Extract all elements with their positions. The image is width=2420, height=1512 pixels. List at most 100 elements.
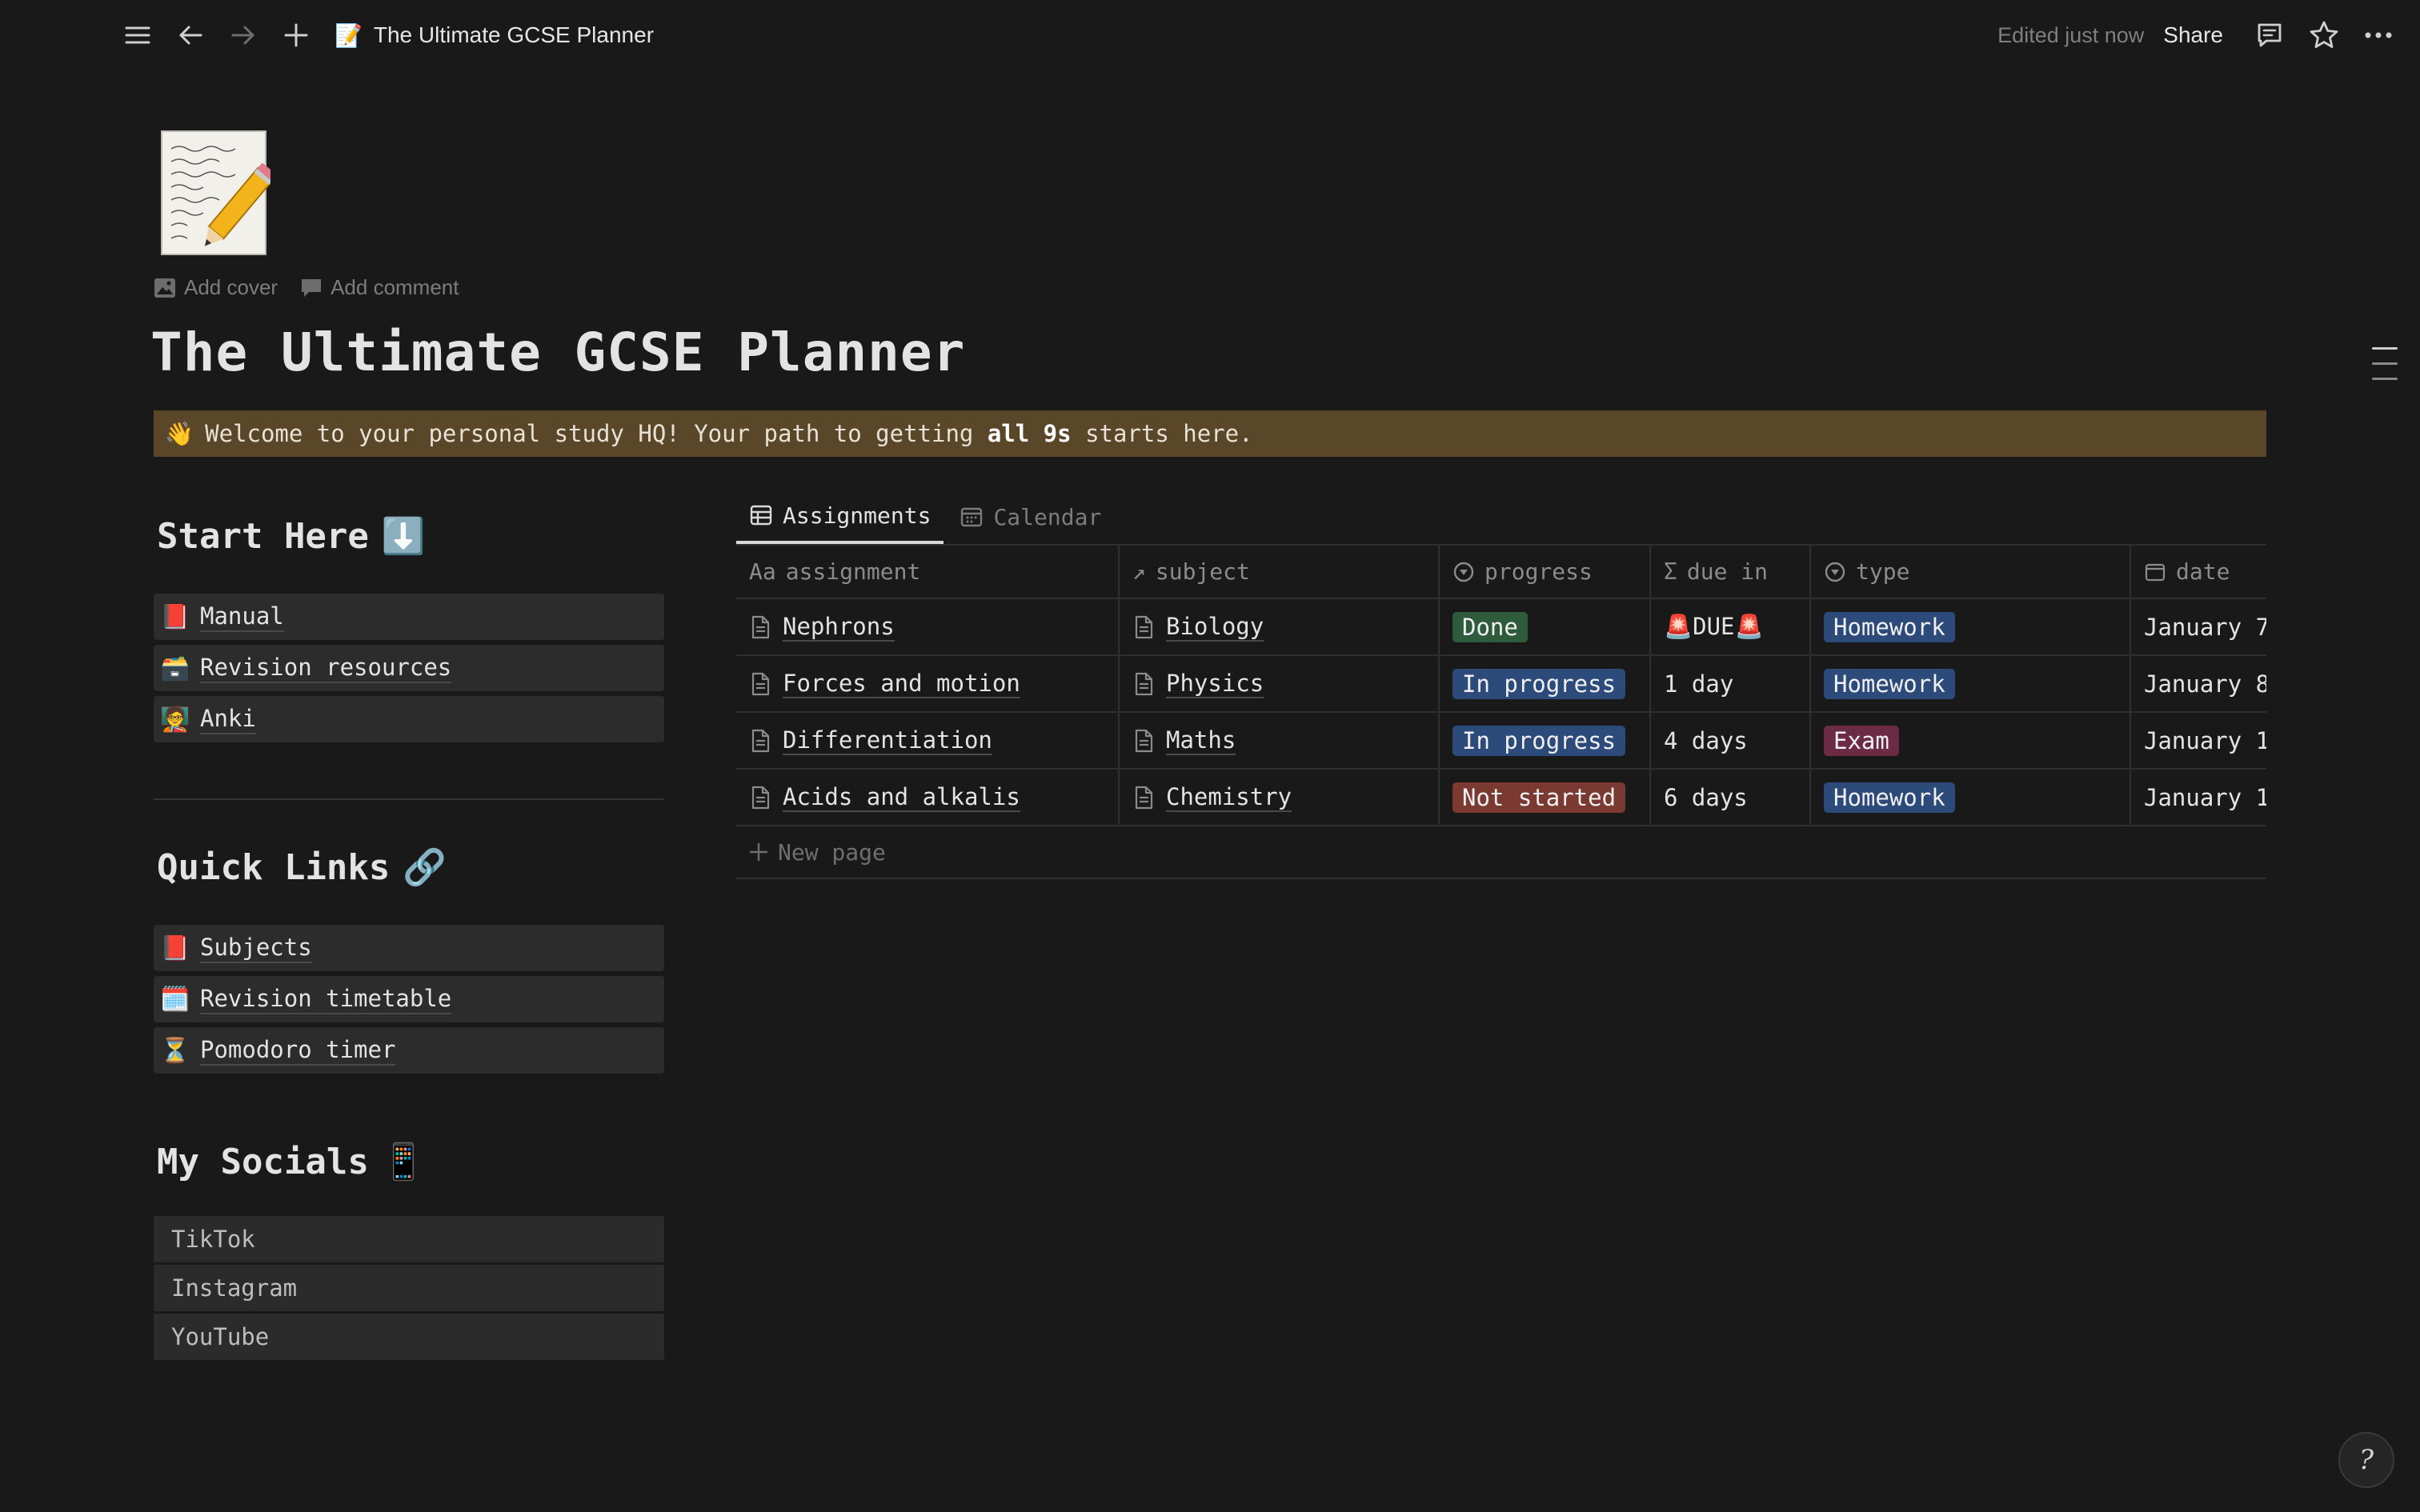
mobile-phone-icon: 📱	[381, 1142, 426, 1182]
column-header-due-in[interactable]: Σdue in	[1650, 546, 1811, 599]
due-in-cell: 1 day	[1650, 655, 1811, 713]
table-header-row: Aa assignment ↗ subject progress Σdue in t…	[736, 546, 2266, 599]
subject-link[interactable]: Physics	[1166, 670, 1264, 698]
tab-label: Assignments	[783, 502, 932, 529]
type-cell[interactable]: Exam	[1810, 712, 2131, 770]
socials-heading: My Socials 📱	[154, 1138, 664, 1186]
divider	[154, 798, 664, 800]
progress-tag: Not started	[1452, 782, 1626, 813]
type-cell[interactable]: Homework	[1810, 769, 2131, 826]
type-cell[interactable]: Homework	[1810, 598, 2131, 656]
column-header-assignment[interactable]: Aa assignment	[736, 546, 1120, 599]
link-pomodoro-timer[interactable]: ⏳ Pomodoro timer	[154, 1027, 664, 1074]
page-outline-icon[interactable]	[2372, 347, 2398, 393]
progress-cell[interactable]: Not started	[1439, 769, 1651, 826]
link-label: Anki	[200, 705, 256, 734]
column-label: assignment	[785, 558, 921, 585]
assignments-database: Assignments Calendar Aa assignment ↗ subje…	[736, 491, 2266, 879]
page-memo-icon[interactable]	[160, 130, 278, 258]
link-label: Pomodoro timer	[200, 1036, 396, 1066]
table-row[interactable]: Forces and motion Physics In progress 1 day…	[736, 655, 2266, 713]
subject-link[interactable]: Chemistry	[1166, 783, 1292, 812]
date-value: January 13	[2144, 783, 2266, 811]
table-row[interactable]: Acids and alkalis Chemistry Not started 6 d…	[736, 769, 2266, 826]
progress-cell[interactable]: In progress	[1439, 712, 1651, 770]
table-icon	[750, 505, 772, 526]
social-instagram[interactable]: Instagram	[154, 1265, 664, 1311]
breadcrumb[interactable]: 📝 The Ultimate GCSE Planner	[335, 22, 654, 49]
page-emoji-icon: 📝	[335, 22, 363, 48]
column-label: progress	[1484, 558, 1593, 585]
subject-cell[interactable]: Biology	[1119, 598, 1440, 656]
table-row[interactable]: Nephrons Biology Done 🚨DUE🚨 Homework January …	[736, 598, 2266, 656]
type-tag: Homework	[1824, 668, 1955, 699]
link-manual[interactable]: 📕 Manual	[154, 594, 664, 640]
comment-bubble-icon	[302, 278, 322, 297]
assignment-cell[interactable]: Acids and alkalis	[736, 769, 1120, 826]
social-youtube[interactable]: YouTube	[154, 1314, 664, 1360]
type-tag: Homework	[1824, 611, 1955, 642]
share-button[interactable]: Share	[2163, 22, 2223, 48]
page-title[interactable]: The Ultimate GCSE Planner	[150, 322, 965, 383]
quick-links-heading: Quick Links 🔗	[154, 843, 664, 891]
teacher-icon: 🧑‍🏫	[160, 705, 190, 734]
link-anki[interactable]: 🧑‍🏫 Anki	[154, 696, 664, 742]
assignment-cell[interactable]: Forces and motion	[736, 655, 1120, 713]
assignment-cell[interactable]: Nephrons	[736, 598, 1120, 656]
column-header-date[interactable]: date	[2130, 546, 2266, 599]
page-icon	[751, 672, 770, 695]
plus-icon[interactable]	[278, 18, 314, 53]
red-book-icon: 📕	[160, 602, 190, 631]
column-header-subject[interactable]: ↗ subject	[1119, 546, 1440, 599]
back-arrow-icon[interactable]	[173, 18, 208, 53]
assignment-cell[interactable]: Differentiation	[736, 712, 1120, 770]
page-icon	[1135, 672, 1153, 695]
start-here-links: 📕 Manual 🗃️ Revision resources 🧑‍🏫 Anki	[154, 594, 664, 742]
progress-tag: In progress	[1452, 725, 1626, 756]
date-value: January 7	[2144, 613, 2266, 641]
formula-sigma-icon: Σ	[1664, 558, 1677, 585]
tab-calendar[interactable]: Calendar	[947, 491, 1114, 544]
link-revision-resources[interactable]: 🗃️ Revision resources	[154, 645, 664, 691]
type-cell[interactable]: Homework	[1810, 655, 2131, 713]
add-cover-button[interactable]: Add cover	[154, 275, 278, 300]
link-subjects[interactable]: 📕 Subjects	[154, 925, 664, 971]
subject-link[interactable]: Maths	[1166, 726, 1236, 755]
column-label: due in	[1686, 558, 1769, 585]
forward-arrow-icon[interactable]	[226, 18, 261, 53]
image-icon	[154, 278, 175, 298]
new-page-button[interactable]: New page	[736, 826, 2266, 879]
left-column: Start Here ⬇️ 📕 Manual 🗃️ Revision resou…	[154, 512, 664, 1362]
star-icon[interactable]	[2306, 18, 2342, 53]
due-in-value: 6 days	[1664, 783, 1748, 811]
comment-icon[interactable]	[2252, 18, 2287, 53]
help-button[interactable]: ?	[2338, 1432, 2394, 1488]
social-tiktok[interactable]: TikTok	[154, 1216, 664, 1262]
edited-status: Edited just now	[1997, 22, 2145, 47]
subject-cell[interactable]: Maths	[1119, 712, 1440, 770]
subject-cell[interactable]: Physics	[1119, 655, 1440, 713]
date-cell[interactable]: January 13	[2130, 769, 2266, 826]
link-revision-timetable[interactable]: 🗓️ Revision timetable	[154, 976, 664, 1022]
page-icon	[751, 615, 770, 638]
welcome-callout[interactable]: 👋 Welcome to your personal study HQ! You…	[154, 410, 2266, 457]
due-in-cell: 6 days	[1650, 769, 1811, 826]
subject-cell[interactable]: Chemistry	[1119, 769, 1440, 826]
subject-link[interactable]: Biology	[1166, 613, 1264, 642]
add-comment-button[interactable]: Add comment	[300, 275, 459, 300]
tab-assignments[interactable]: Assignments	[736, 491, 944, 544]
column-header-type[interactable]: type	[1810, 546, 2131, 599]
progress-cell[interactable]: Done	[1439, 598, 1651, 656]
table-row[interactable]: Differentiation Maths In progress 4 days Exa…	[736, 712, 2266, 770]
date-cell[interactable]: January 11	[2130, 712, 2266, 770]
tab-label: Calendar	[993, 503, 1102, 530]
progress-cell[interactable]: In progress	[1439, 655, 1651, 713]
link-icon: 🔗	[403, 847, 447, 888]
calendar-icon: 🗓️	[160, 985, 190, 1014]
column-header-progress[interactable]: progress	[1439, 546, 1651, 599]
start-here-heading: Start Here ⬇️	[154, 512, 664, 560]
more-icon[interactable]	[2361, 18, 2396, 53]
date-cell[interactable]: January 7	[2130, 598, 2266, 656]
date-cell[interactable]: January 8	[2130, 655, 2266, 713]
menu-icon[interactable]	[120, 18, 155, 53]
